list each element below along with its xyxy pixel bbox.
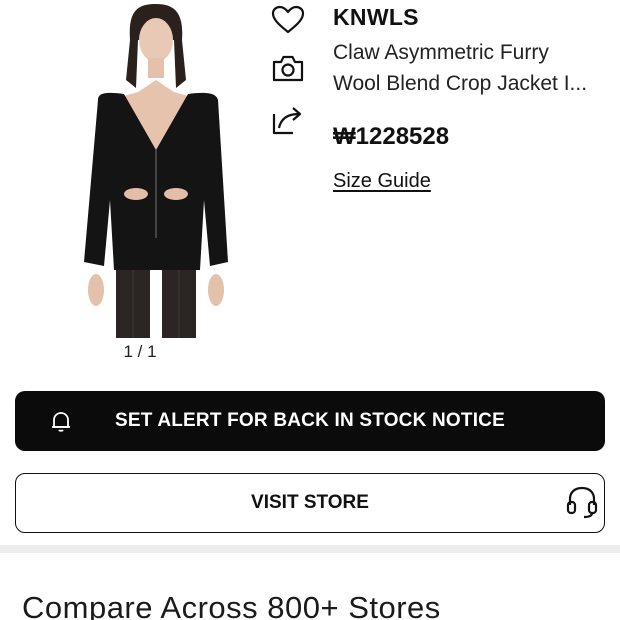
size-guide-link[interactable]: Size Guide [333,170,431,193]
section-divider [0,545,620,553]
product-name-line-1: Claw Asymmetric Furry [333,41,549,64]
heart-icon[interactable] [270,2,306,38]
bell-icon [52,412,70,432]
product-price: ₩1228528 [333,123,450,150]
share-icon[interactable] [270,102,306,138]
visit-store-label: VISIT STORE [251,492,369,513]
headset-icon[interactable] [566,485,598,519]
product-name: Claw Asymmetric Furry Wool Blend Crop Ja… [333,37,603,99]
product-image[interactable] [78,0,234,338]
camera-icon[interactable] [270,50,306,86]
visit-store-button[interactable]: VISIT STORE [15,473,605,533]
alert-button-label: SET ALERT FOR BACK IN STOCK NOTICE [115,410,505,431]
product-name-line-2: Wool Blend Crop Jacket I... [333,72,588,95]
back-in-stock-alert-button[interactable]: SET ALERT FOR BACK IN STOCK NOTICE [15,391,605,451]
brand-name[interactable]: KNWLS [333,4,419,31]
image-counter: 1 / 1 [123,342,157,361]
compare-section-title: Compare Across 800+ Stores [22,590,441,620]
